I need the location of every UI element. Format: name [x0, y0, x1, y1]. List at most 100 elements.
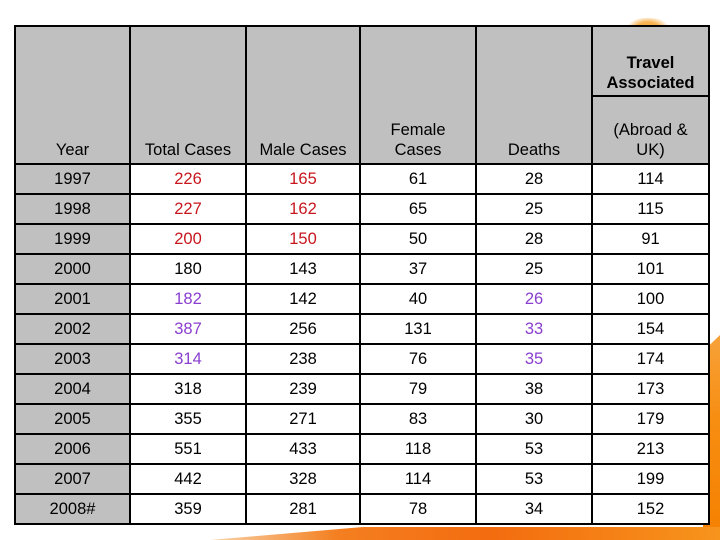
cell-female: 61 — [359, 163, 477, 195]
cell-deaths: 25 — [475, 253, 593, 285]
table-row: 1997 226 165 61 28 114 — [14, 163, 710, 195]
cell-year: 2002 — [14, 313, 131, 345]
header-year: Year — [14, 25, 131, 165]
cell-female: 50 — [359, 223, 477, 255]
header-total-cases: Total Cases — [129, 25, 247, 165]
cell-total: 227 — [129, 193, 247, 225]
cell-female: 65 — [359, 193, 477, 225]
cell-year: 2000 — [14, 253, 131, 285]
table-body: 1997 226 165 61 28 114 1998 227 162 65 25 115 1999 20… — [14, 163, 710, 525]
cell-travel: 115 — [591, 193, 710, 225]
cell-deaths: 33 — [475, 313, 593, 345]
cell-travel: 152 — [591, 493, 710, 525]
header-total-cases-label: Total Cases — [144, 141, 232, 159]
cell-total: 551 — [129, 433, 247, 465]
header-row-top: Year Total Cases Male Cases Female Cases… — [14, 25, 710, 165]
cell-female: 131 — [359, 313, 477, 345]
table-row: 2003 314 238 76 35 174 — [14, 343, 710, 375]
cell-deaths: 34 — [475, 493, 593, 525]
cell-male: 328 — [245, 463, 361, 495]
cell-male: 165 — [245, 163, 361, 195]
cell-year: 1998 — [14, 193, 131, 225]
cell-travel: 100 — [591, 283, 710, 315]
cell-male: 271 — [245, 403, 361, 435]
table-row: 2002 387 256 131 33 154 — [14, 313, 710, 345]
cell-travel: 154 — [591, 313, 710, 345]
table-row: 1998 227 162 65 25 115 — [14, 193, 710, 225]
cell-female: 78 — [359, 493, 477, 525]
table-row: 2007 442 328 114 53 199 — [14, 463, 710, 495]
header-travel-sub-line1: (Abroad & — [613, 121, 688, 139]
cell-travel: 101 — [591, 253, 710, 285]
table-row: 2004 318 239 79 38 173 — [14, 373, 710, 405]
cell-total: 442 — [129, 463, 247, 495]
table-row: 2006 551 433 118 53 213 — [14, 433, 710, 465]
header-travel-associated: Travel Associated — [591, 25, 710, 97]
table-row: 2001 182 142 40 26 100 — [14, 283, 710, 315]
cell-total: 318 — [129, 373, 247, 405]
cell-travel: 199 — [591, 463, 710, 495]
cell-total: 355 — [129, 403, 247, 435]
header-female-cases-line2: Cases — [394, 141, 442, 159]
cell-total: 314 — [129, 343, 247, 375]
header-travel-sub-line2: UK) — [636, 141, 665, 159]
cell-male: 143 — [245, 253, 361, 285]
header-male-cases: Male Cases — [245, 25, 361, 165]
slide: Year Total Cases Male Cases Female Cases… — [0, 0, 720, 540]
cell-year: 1997 — [14, 163, 131, 195]
cell-year: 2004 — [14, 373, 131, 405]
header-travel-line2: Associated — [606, 74, 695, 92]
table-row: 2008# 359 281 78 34 152 — [14, 493, 710, 525]
cell-travel: 173 — [591, 373, 710, 405]
cell-year: 2001 — [14, 283, 131, 315]
cell-deaths: 28 — [475, 223, 593, 255]
header-deaths-label: Deaths — [507, 141, 561, 159]
header-travel-abroad-uk: (Abroad & UK) — [591, 95, 710, 165]
cell-female: 40 — [359, 283, 477, 315]
cell-year: 2008# — [14, 493, 131, 525]
table-row: 2005 355 271 83 30 179 — [14, 403, 710, 435]
cell-male: 239 — [245, 373, 361, 405]
cell-female: 37 — [359, 253, 477, 285]
table-row: 2000 180 143 37 25 101 — [14, 253, 710, 285]
cell-total: 359 — [129, 493, 247, 525]
cell-travel: 213 — [591, 433, 710, 465]
header-male-cases-label: Male Cases — [259, 141, 347, 159]
cell-total: 226 — [129, 163, 247, 195]
cell-travel: 91 — [591, 223, 710, 255]
cell-total: 180 — [129, 253, 247, 285]
cell-year: 2007 — [14, 463, 131, 495]
cell-deaths: 35 — [475, 343, 593, 375]
header-female-cases-line1: Female — [390, 121, 446, 139]
cell-male: 281 — [245, 493, 361, 525]
cell-female: 118 — [359, 433, 477, 465]
orange-swoosh-bottom-decoration — [210, 527, 720, 540]
header-travel-line1: Travel — [626, 54, 675, 72]
cell-year: 2003 — [14, 343, 131, 375]
cell-male: 150 — [245, 223, 361, 255]
cell-year: 1999 — [14, 223, 131, 255]
header-deaths: Deaths — [475, 25, 593, 165]
cell-deaths: 53 — [475, 433, 593, 465]
header-female-cases: Female Cases — [359, 25, 477, 165]
cell-female: 79 — [359, 373, 477, 405]
cell-male: 238 — [245, 343, 361, 375]
cell-total: 182 — [129, 283, 247, 315]
header-year-label: Year — [55, 141, 90, 159]
cell-female: 76 — [359, 343, 477, 375]
cell-deaths: 25 — [475, 193, 593, 225]
cell-travel: 114 — [591, 163, 710, 195]
cell-travel: 179 — [591, 403, 710, 435]
cell-deaths: 28 — [475, 163, 593, 195]
cell-travel: 174 — [591, 343, 710, 375]
cell-year: 2005 — [14, 403, 131, 435]
cell-male: 256 — [245, 313, 361, 345]
cell-year: 2006 — [14, 433, 131, 465]
cell-male: 142 — [245, 283, 361, 315]
cell-deaths: 53 — [475, 463, 593, 495]
cell-deaths: 26 — [475, 283, 593, 315]
table-row: 1999 200 150 50 28 91 — [14, 223, 710, 255]
cell-deaths: 38 — [475, 373, 593, 405]
cell-deaths: 30 — [475, 403, 593, 435]
cell-total: 200 — [129, 223, 247, 255]
